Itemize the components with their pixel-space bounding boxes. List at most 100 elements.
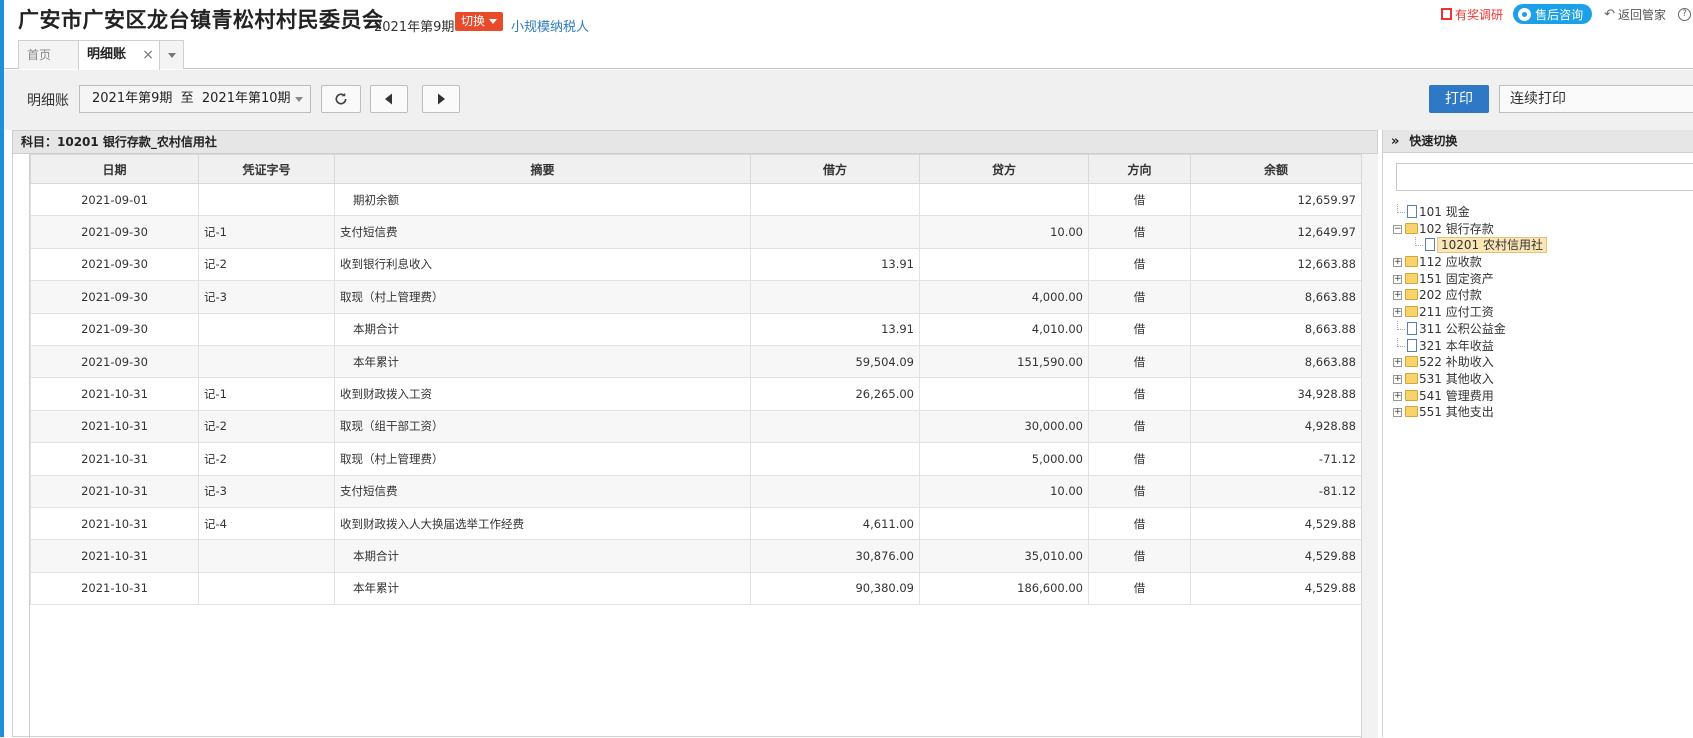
tree-item[interactable]: 321 本年收益 <box>1391 337 1547 355</box>
previous-period-button[interactable] <box>370 85 408 113</box>
column-header-balance[interactable]: 余额 <box>1190 154 1362 184</box>
column-header-direction[interactable]: 方向 <box>1088 154 1191 184</box>
tree-item[interactable]: +551 其他支出 <box>1391 404 1547 421</box>
folder-icon <box>1405 372 1418 384</box>
tree-item-label: 531 其他收入 <box>1419 371 1494 386</box>
column-header-summary[interactable]: 摘要 <box>334 154 751 184</box>
cell-debit: 26,265.00 <box>750 377 920 411</box>
cell-summary: 取现（村上管理费） <box>334 280 751 314</box>
account-search-input[interactable] <box>1396 163 1693 191</box>
collapse-panel-icon[interactable]: » <box>1391 134 1399 149</box>
tab-more-dropdown[interactable] <box>159 40 184 69</box>
cell-date: 2021-10-31 <box>30 474 199 508</box>
expand-icon[interactable]: + <box>1393 291 1402 301</box>
table-row[interactable]: 2021-09-30 记-2 收到银行利息收入 13.91 借 12,663.88 <box>30 247 1362 282</box>
header-actions: 有奖调研 售后咨询 ↶ 返回管家 ? <box>1441 4 1693 24</box>
cell-date: 2021-09-30 <box>30 280 199 314</box>
tree-item[interactable]: +202 应付款 <box>1391 287 1547 304</box>
expand-icon[interactable]: + <box>1393 258 1402 268</box>
research-link[interactable]: 有奖调研 <box>1441 6 1503 23</box>
cell-summary: 期初余额 <box>334 182 751 217</box>
table-row[interactable]: 2021-09-01 期初余额 借 12,659.97 <box>30 182 1362 217</box>
cell-direction: 借 <box>1088 312 1191 346</box>
folder-icon <box>1405 389 1418 401</box>
cell-balance: -71.12 <box>1190 442 1362 476</box>
table-row[interactable]: 2021-10-31 记-4 收到财政拨入人大换届选举工作经费 4,611.00 借 4,… <box>30 506 1362 541</box>
cell-balance: 12,649.97 <box>1190 215 1362 249</box>
column-header-voucher[interactable]: 凭证字号 <box>198 154 335 184</box>
switch-period-button[interactable]: 切换 <box>455 12 504 31</box>
period-range-value: 2021年第9期 至 2021年第10期 <box>92 91 291 106</box>
print-button[interactable]: 打印 <box>1429 85 1489 113</box>
cell-summary: 取现（组干部工资） <box>334 409 751 444</box>
tree-item[interactable]: +112 应收款 <box>1391 254 1547 271</box>
continuous-print-button[interactable]: 连续打印 <box>1499 85 1693 113</box>
cell-balance: 4,529.88 <box>1190 539 1362 573</box>
cell-debit: 59,504.09 <box>750 344 920 379</box>
table-row[interactable]: 2021-10-31 本期合计 30,876.00 35,010.00 借 4,529.8… <box>30 539 1362 573</box>
consult-button[interactable]: 售后咨询 <box>1513 4 1593 24</box>
cell-direction: 借 <box>1088 182 1191 217</box>
tree-item-label: 522 补助收入 <box>1419 355 1494 370</box>
table-row[interactable]: 2021-10-31 记-3 支付短信费 10.00 借 -81.12 <box>30 474 1362 508</box>
cell-voucher: 记-3 <box>198 474 335 508</box>
tree-item[interactable]: +522 补助收入 <box>1391 354 1547 371</box>
folder-icon <box>1405 356 1418 368</box>
cell-voucher: 记-1 <box>198 377 335 411</box>
vertical-scrollbar[interactable] <box>1361 154 1378 738</box>
table-row[interactable]: 2021-10-31 记-1 收到财政拨入工资 26,265.00 借 34,928.88 <box>30 377 1362 411</box>
cell-summary: 本年累计 <box>334 344 751 379</box>
expand-icon[interactable]: + <box>1393 274 1402 284</box>
next-period-button[interactable] <box>422 85 460 113</box>
table-row[interactable]: 2021-09-30 记-1 支付短信费 10.00 借 12,649.97 <box>30 215 1362 249</box>
cell-voucher: 记-2 <box>198 247 335 282</box>
ledger-table: 日期 凭证字号 摘要 借方 贷方 方向 余额 2021-09-01 期初余额借 12… <box>30 154 1362 606</box>
column-header-credit[interactable]: 贷方 <box>919 154 1089 184</box>
table-row[interactable]: 2021-09-30 本期合计 13.91 4,010.00 借 8,663.88 <box>30 312 1362 346</box>
tree-item[interactable]: +531 其他收入 <box>1391 371 1547 388</box>
tab-home[interactable]: 首页 <box>18 40 79 69</box>
table-row[interactable]: 2021-09-30 记-3 取现（村上管理费） 4,000.00 借 8,663.88 <box>30 280 1362 314</box>
tree-item[interactable]: 10201 农村信用社 <box>1391 237 1547 254</box>
table-row[interactable]: 2021-10-31 记-2 取现（组干部工资） 30,000.00 借 4,928.88 <box>30 409 1362 444</box>
tree-item-label: 311 公积公益金 <box>1419 321 1506 336</box>
tree-item[interactable]: +211 应付工资 <box>1391 304 1547 321</box>
tree-item-label: 321 本年收益 <box>1419 338 1494 353</box>
tab-ledger-label: 明细账 <box>87 47 127 62</box>
cell-direction: 借 <box>1088 215 1191 249</box>
column-header-date[interactable]: 日期 <box>30 154 199 184</box>
cell-debit <box>750 442 920 476</box>
tree-item[interactable]: − 102 银行存款 <box>1391 221 1547 238</box>
help-icon[interactable]: ? <box>1678 7 1691 21</box>
tree-item[interactable]: 101 现金 <box>1391 204 1547 221</box>
eye-icon <box>1518 7 1532 21</box>
tree-item[interactable]: +151 固定资产 <box>1391 271 1547 288</box>
tab-ledger[interactable]: 明细账 × <box>78 40 160 70</box>
cell-balance: 4,529.88 <box>1190 506 1362 541</box>
tree-item[interactable]: +541 管理费用 <box>1391 388 1547 405</box>
cell-direction: 借 <box>1088 506 1191 541</box>
cell-credit <box>919 377 1089 411</box>
table-row[interactable]: 2021-10-31 本年累计 90,380.09 186,600.00 借 4,529.… <box>30 571 1362 606</box>
table-row[interactable]: 2021-10-31 记-2 取现（村上管理费） 5,000.00 借 -71.12 <box>30 442 1362 476</box>
back-to-manager-link[interactable]: ↶ 返回管家 <box>1604 6 1666 23</box>
expand-icon[interactable]: + <box>1393 358 1402 368</box>
expand-icon[interactable]: + <box>1393 408 1402 418</box>
tree-item[interactable]: 311 公积公益金 <box>1391 320 1547 338</box>
tree-item-label: 211 应付工资 <box>1419 305 1494 320</box>
column-header-debit[interactable]: 借方 <box>750 154 920 184</box>
expand-icon[interactable]: + <box>1393 391 1402 401</box>
period-range-select[interactable]: 2021年第9期 至 2021年第10期 <box>79 85 311 113</box>
expand-icon[interactable]: + <box>1393 374 1402 384</box>
table-row[interactable]: 2021-09-30 本年累计 59,504.09 151,590.00 借 8,663.… <box>30 344 1362 379</box>
close-icon[interactable]: × <box>142 41 154 69</box>
tree-item-label: 102 银行存款 <box>1419 221 1494 236</box>
collapse-icon[interactable]: − <box>1393 224 1402 234</box>
refresh-button[interactable] <box>321 85 361 113</box>
expand-icon[interactable]: + <box>1393 308 1402 318</box>
taxpayer-type-link[interactable]: 小规模纳税人 <box>511 16 589 35</box>
cell-credit: 4,010.00 <box>919 312 1089 346</box>
cell-summary: 支付短信费 <box>334 474 751 508</box>
cell-date: 2021-10-31 <box>30 409 199 444</box>
tree-item-label: 151 固定资产 <box>1419 271 1494 286</box>
